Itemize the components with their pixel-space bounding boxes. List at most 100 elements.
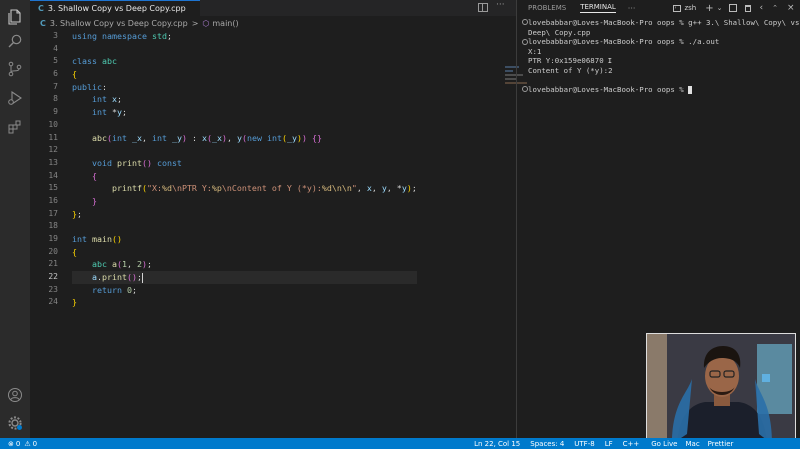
- terminal-output[interactable]: lovebabbar@Loves-MacBook-Pro oops % g++ …: [522, 18, 800, 95]
- breadcrumb-file[interactable]: 3. Shallow Copy vs Deep Copy.cpp: [50, 19, 188, 28]
- presenter-video: [647, 334, 795, 442]
- code-line: using namespace std;: [72, 30, 417, 43]
- line-number: 21: [48, 259, 58, 269]
- chevron-left-icon[interactable]: ‹: [759, 3, 763, 13]
- trash-icon[interactable]: [745, 4, 752, 12]
- end-of-line[interactable]: LF: [605, 440, 613, 448]
- code-line: {: [72, 246, 417, 259]
- code-line-current: a.print();: [72, 271, 417, 284]
- platform[interactable]: Mac: [685, 440, 699, 448]
- code-token: int: [111, 132, 127, 143]
- chevron-up-icon[interactable]: ⌃: [772, 4, 778, 12]
- language-mode[interactable]: C++: [623, 440, 640, 448]
- warning-icon[interactable]: ⚠: [24, 440, 30, 448]
- code-line: {: [72, 68, 417, 81]
- code-token: ;: [116, 94, 122, 105]
- code-token: int: [151, 132, 167, 143]
- line-number: 17: [48, 208, 58, 218]
- line-number: 12: [48, 145, 58, 155]
- code-token: \nPTR Y:: [171, 183, 212, 194]
- breadcrumb-symbol[interactable]: main(): [212, 19, 238, 28]
- code-token: ;: [411, 183, 417, 194]
- panel-header: PROBLEMS TERMINAL ··· › zsh + ⌄ ‹ ⌃ ×: [517, 0, 800, 16]
- error-count[interactable]: 0: [16, 440, 20, 448]
- split-terminal-icon[interactable]: [729, 4, 738, 12]
- webcam-overlay: [646, 333, 796, 443]
- line-number: 9: [53, 107, 58, 117]
- search-icon[interactable]: [6, 32, 24, 50]
- activity-bar: [0, 0, 30, 438]
- new-terminal-icon[interactable]: +: [705, 3, 713, 14]
- line-number: 7: [53, 81, 58, 91]
- code-line: abc(int _x, int _y) : x(_x), y(new int(_…: [72, 132, 417, 145]
- code-line: return 0;: [72, 284, 417, 297]
- line-number: 20: [48, 246, 58, 256]
- line-number: 10: [48, 119, 58, 129]
- files-icon[interactable]: [6, 8, 24, 26]
- code-token: _y: [286, 132, 297, 143]
- split-editor-icon[interactable]: [478, 3, 488, 12]
- code-token: (): [111, 234, 122, 244]
- code-token: {: [91, 170, 97, 181]
- line-number: 23: [48, 284, 58, 294]
- go-live-button[interactable]: Go Live: [651, 440, 677, 448]
- prompt-circle-icon: [522, 39, 528, 45]
- indentation[interactable]: Spaces: 4: [530, 440, 564, 448]
- code-token: class: [72, 56, 97, 67]
- editor-tab[interactable]: C 3. Shallow Copy vs Deep Copy.cpp: [30, 0, 200, 16]
- prettier-button[interactable]: Prettier: [708, 440, 734, 448]
- line-number: 15: [48, 183, 58, 193]
- code-token: printf: [111, 183, 142, 194]
- code-content[interactable]: using namespace std; class abc { public:…: [72, 30, 417, 309]
- code-token: ;: [121, 107, 127, 118]
- terminal-text: lovebabbar@Loves-MacBook-Pro oops % g++ …: [528, 18, 800, 27]
- prompt-circle-icon: [522, 19, 528, 25]
- launch-profile-icon[interactable]: ⌄: [717, 4, 723, 12]
- code-token: print: [116, 157, 142, 168]
- code-token: namespace: [101, 31, 147, 41]
- source-control-icon[interactable]: [6, 60, 24, 78]
- code-token: :: [101, 81, 107, 92]
- panel-more-icon[interactable]: ···: [628, 4, 636, 13]
- line-number: 8: [53, 94, 58, 104]
- code-token: {}: [311, 132, 322, 143]
- line-number-current: 22: [48, 272, 58, 282]
- close-icon[interactable]: ×: [787, 3, 795, 13]
- code-token: ): [301, 132, 307, 143]
- code-token: %p: [211, 183, 222, 194]
- terminal-line: lovebabbar@Loves-MacBook-Pro oops %: [528, 85, 798, 95]
- terminal-line: lovebabbar@Loves-MacBook-Pro oops % g++ …: [528, 18, 800, 28]
- status-bar: ⊗ 0 ⚠ 0 Ln 22, Col 15 Spaces: 4 UTF-8 LF…: [0, 438, 800, 449]
- run-debug-icon[interactable]: [6, 89, 24, 107]
- tab-problems[interactable]: PROBLEMS: [528, 4, 566, 12]
- code-token: int: [91, 94, 107, 105]
- code-editor[interactable]: 3 4 5 6 7 8 9 10 11 12 13 14 15 16 17 18…: [30, 30, 527, 438]
- code-token: new: [246, 132, 262, 143]
- code-token: _x: [131, 132, 142, 143]
- code-token: , *: [386, 183, 402, 194]
- code-line: }: [72, 195, 417, 208]
- warning-count[interactable]: 0: [33, 440, 37, 448]
- pane-divider[interactable]: [516, 0, 517, 438]
- code-token: :: [186, 132, 202, 143]
- cursor-position[interactable]: Ln 22, Col 15: [474, 440, 520, 448]
- code-token: _y: [171, 132, 182, 143]
- terminal-line: X:1: [528, 47, 798, 57]
- encoding[interactable]: UTF-8: [574, 440, 594, 448]
- code-token: print: [101, 272, 127, 283]
- extensions-icon[interactable]: [6, 118, 24, 136]
- code-line: void print() const: [72, 157, 417, 170]
- tab-terminal[interactable]: TERMINAL: [580, 3, 616, 13]
- more-actions-icon[interactable]: ···: [496, 0, 505, 10]
- shell-name[interactable]: zsh: [684, 4, 696, 12]
- code-token: abc: [91, 132, 107, 143]
- manage-gear-icon[interactable]: [6, 414, 24, 432]
- account-icon[interactable]: [6, 386, 24, 404]
- code-token: ,: [141, 132, 152, 143]
- error-icon[interactable]: ⊗: [8, 440, 14, 448]
- code-line: public:: [72, 81, 417, 94]
- code-line: int main(): [72, 233, 417, 246]
